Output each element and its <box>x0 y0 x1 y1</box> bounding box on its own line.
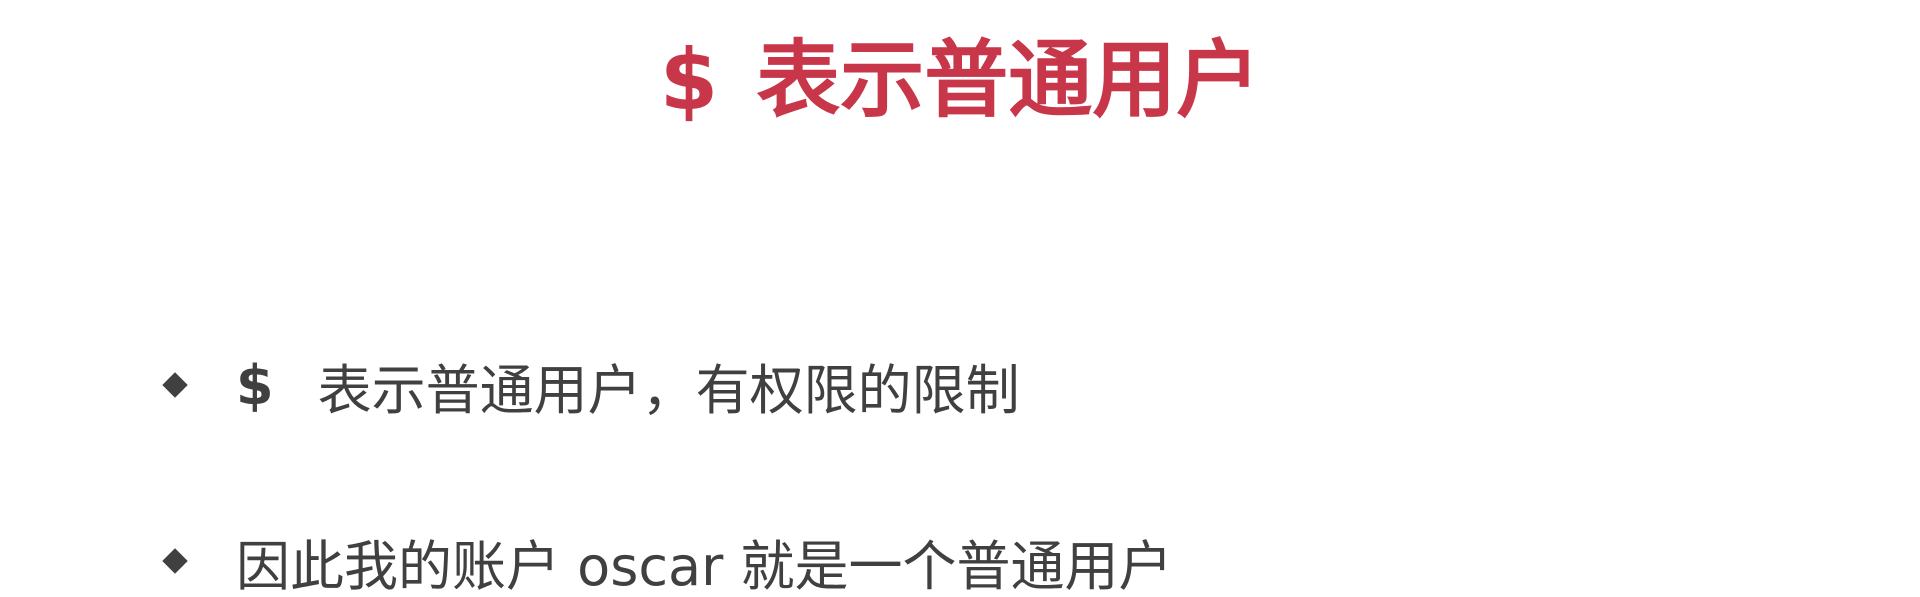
bullet-list: $ 表示普通用户，有权限的限制 因此我的账户 oscar 就是一个普通用户 <box>160 345 1172 597</box>
bullet-text: 表示普通用户，有权限的限制 <box>317 358 1020 422</box>
bullet-item: $ 表示普通用户，有权限的限制 <box>160 345 1172 425</box>
bullet-item: 因此我的账户 oscar 就是一个普通用户 <box>160 521 1172 597</box>
bullet-text: 因此我的账户 oscar 就是一个普通用户 <box>236 534 1173 597</box>
slide: $ 表示普通用户 $ 表示普通用户，有权限的限制 因此我的账户 oscar 就是一… <box>0 0 1920 597</box>
slide-title: $ 表示普通用户 <box>0 30 1920 130</box>
title-text: 表示普通用户 <box>756 31 1261 129</box>
bullet-dollar-symbol: $ <box>236 353 274 417</box>
title-dollar-symbol: $ <box>659 31 719 129</box>
diamond-bullet-icon <box>162 372 188 398</box>
diamond-bullet-icon <box>162 548 188 574</box>
